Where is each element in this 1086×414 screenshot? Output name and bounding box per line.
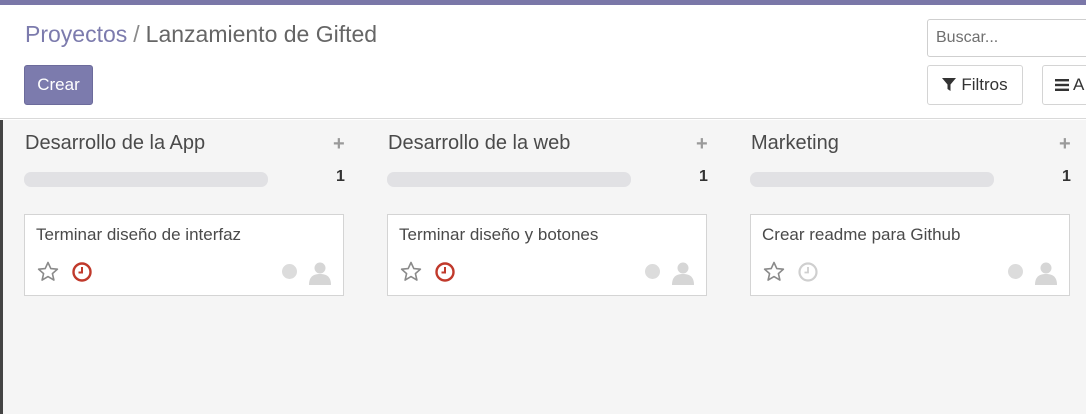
column-progress-bar [750, 172, 994, 187]
search-input[interactable] [936, 29, 1086, 47]
filters-label: Filtros [961, 75, 1008, 94]
kanban-column: Desarrollo de la web + 1 Terminar diseño… [366, 120, 708, 414]
task-card[interactable]: Crear readme para Github [750, 214, 1070, 296]
control-panel: Proyectos/Lanzamiento de Gifted Crear Fi… [0, 5, 1086, 119]
filters-button[interactable]: Filtros [927, 65, 1023, 105]
list-icon [1055, 79, 1069, 91]
column-count: 1 [699, 168, 708, 185]
task-title: Crear readme para Github [762, 225, 961, 244]
group-by-label: A [1073, 75, 1085, 94]
column-progress-bar [24, 172, 268, 187]
column-count: 1 [336, 168, 345, 185]
plus-icon[interactable]: + [1059, 133, 1071, 156]
breadcrumb-current: Lanzamiento de Gifted [145, 21, 378, 47]
column-title: Marketing [751, 132, 839, 154]
column-count: 1 [1062, 168, 1071, 185]
status-dot[interactable] [282, 264, 297, 279]
filter-icon [942, 78, 957, 91]
clock-icon[interactable] [797, 261, 819, 283]
avatar-icon[interactable] [309, 261, 331, 285]
create-button[interactable]: Crear [24, 65, 93, 105]
avatar-icon[interactable] [1035, 261, 1057, 285]
star-icon[interactable] [36, 260, 60, 284]
avatar-icon[interactable] [672, 261, 694, 285]
status-dot[interactable] [1008, 264, 1023, 279]
status-dot[interactable] [645, 264, 660, 279]
breadcrumb-separator: / [133, 21, 140, 47]
kanban-board: Desarrollo de la App + 1 Terminar diseño… [0, 120, 1086, 414]
task-title: Terminar diseño y botones [399, 225, 599, 244]
star-icon[interactable] [399, 260, 423, 284]
task-card[interactable]: Terminar diseño y botones [387, 214, 707, 296]
column-title: Desarrollo de la web [388, 132, 571, 154]
group-by-button[interactable]: A [1042, 65, 1086, 105]
breadcrumb: Proyectos / Lanzamiento de Gifted [25, 20, 377, 48]
plus-icon[interactable]: + [696, 133, 708, 156]
column-title: Desarrollo de la App [25, 132, 206, 154]
task-title: Terminar diseño de interfaz [36, 225, 242, 244]
kanban-column: Desarrollo de la App + 1 Terminar diseño… [3, 120, 345, 414]
breadcrumb-projects-link[interactable]: Proyectos [25, 21, 127, 47]
clock-icon[interactable] [71, 261, 93, 283]
column-progress-bar [387, 172, 631, 187]
task-card[interactable]: Terminar diseño de interfaz [24, 214, 344, 296]
plus-icon[interactable]: + [333, 133, 345, 156]
search-box [927, 19, 1086, 57]
star-icon[interactable] [762, 260, 786, 284]
clock-icon[interactable] [434, 261, 456, 283]
kanban-column: Marketing + 1 Crear readme para Github [729, 120, 1071, 414]
